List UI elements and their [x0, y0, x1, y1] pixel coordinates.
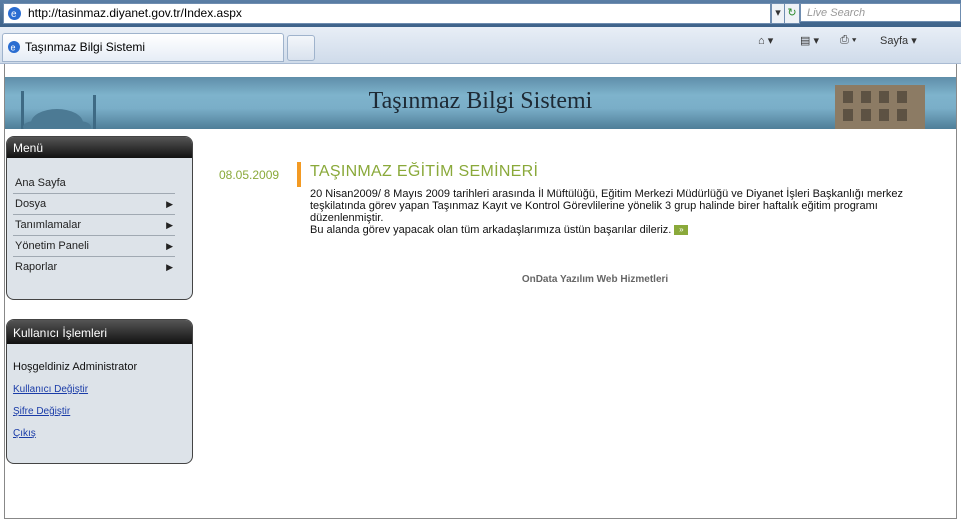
page-viewport: Taşınmaz Bilgi Sistemi Menü Ana Sayfa Do… — [4, 64, 957, 519]
address-dropdown-icon[interactable]: ▾ — [771, 3, 785, 24]
news-paragraph: Bu alanda görev yapacak olan tüm arkadaş… — [310, 224, 950, 236]
submenu-arrow-icon: ▶ — [166, 262, 173, 272]
feeds-icon[interactable]: ▤ ▾ — [800, 34, 819, 47]
footer-text: OnData Yazılım Web Hizmetleri — [521, 274, 669, 285]
news-title[interactable]: TAŞINMAZ EĞİTİM SEMİNERİ — [310, 163, 538, 181]
svg-text:e: e — [11, 9, 17, 20]
news-accent-bar — [297, 162, 301, 187]
menu-panel: Menü Ana Sayfa Dosya ▶ Tanımlamalar ▶ Yöne… — [6, 136, 193, 300]
print-icon[interactable]: ⎙ ▾ — [840, 34, 856, 47]
menu-item-ana-sayfa[interactable]: Ana Sayfa — [13, 173, 175, 194]
url-text: http://tasinmaz.diyanet.gov.tr/Index.asp… — [28, 6, 242, 20]
change-user-link[interactable]: Kullanıcı Değiştir — [7, 384, 192, 395]
change-password-link[interactable]: Şifre Değiştir — [7, 406, 192, 417]
tab-title: Taşınmaz Bilgi Sistemi — [25, 40, 146, 54]
address-field[interactable]: e http://tasinmaz.diyanet.gov.tr/Index.a… — [3, 3, 771, 24]
news-date: 08.05.2009 — [219, 168, 280, 182]
menu-item-yonetim-paneli[interactable]: Yönetim Paneli ▶ — [13, 236, 175, 257]
banner-title: Taşınmaz Bilgi Sistemi — [368, 88, 593, 114]
menu-item-raporlar[interactable]: Raporlar ▶ — [13, 257, 175, 278]
ie-icon: e — [8, 7, 21, 20]
new-tab-button[interactable] — [287, 35, 315, 61]
menu-item-tanimlamalar[interactable]: Tanımlamalar ▶ — [13, 215, 175, 236]
user-panel-header: Kullanıcı İşlemleri — [7, 320, 192, 344]
browser-tab[interactable]: e Taşınmaz Bilgi Sistemi — [2, 33, 284, 62]
submenu-arrow-icon: ▶ — [166, 220, 173, 230]
submenu-arrow-icon: ▶ — [166, 199, 173, 209]
news-paragraph: 20 Nisan2009/ 8 Mayıs 2009 tarihleri ara… — [310, 188, 904, 224]
news-body: 20 Nisan2009/ 8 Mayıs 2009 tarihleri ara… — [310, 188, 950, 236]
menu-header: Menü — [7, 137, 192, 158]
building-image — [835, 85, 925, 129]
refresh-icon[interactable]: ↻ — [784, 3, 800, 24]
user-panel: Kullanıcı İşlemleri Hoşgeldiniz Administ… — [6, 319, 193, 464]
address-bar-area: e http://tasinmaz.diyanet.gov.tr/Index.a… — [0, 0, 961, 27]
menu-item-dosya[interactable]: Dosya ▶ — [13, 194, 175, 215]
submenu-arrow-icon: ▶ — [166, 241, 173, 251]
live-search-input[interactable]: Live Search — [800, 3, 961, 22]
site-banner: Taşınmaz Bilgi Sistemi — [5, 77, 956, 129]
home-icon[interactable]: ⌂ ▾ — [758, 34, 773, 47]
page-menu-button[interactable]: Sayfa ▾ — [880, 34, 917, 47]
welcome-text: Hoşgeldiniz Administrator — [13, 361, 138, 373]
read-more-icon[interactable]: » — [674, 225, 689, 236]
ie-icon: e — [8, 41, 20, 53]
svg-text:e: e — [11, 43, 16, 53]
logout-link[interactable]: Çıkış — [7, 428, 192, 439]
